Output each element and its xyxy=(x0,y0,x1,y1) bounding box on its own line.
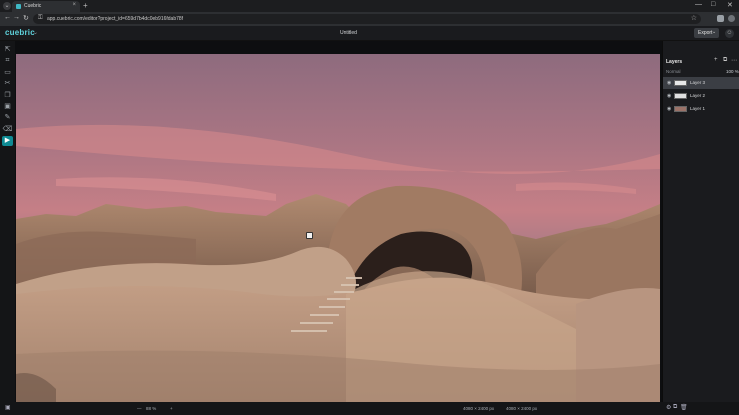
favicon-icon xyxy=(16,4,21,9)
layer-name: Layer 1 xyxy=(690,106,706,111)
zoom-level[interactable]: 88 % xyxy=(146,406,156,411)
trash-icon[interactable]: 🗑 xyxy=(680,404,688,411)
copy-icon[interactable]: ⧉ xyxy=(673,404,677,411)
minimize-button[interactable]: — xyxy=(695,1,702,8)
layers-panel: Layers + ⧉ ⋯ Normal 100 % ◉ Layer 3 ◉ La… xyxy=(662,41,739,402)
zoom-in-button[interactable]: + xyxy=(170,406,173,411)
visibility-eye-icon[interactable]: ◉ xyxy=(667,93,671,99)
browser-address-row: ← → ↻ ⚿ app.cuebric.com/editor?project_i… xyxy=(0,12,739,26)
profile-icon[interactable] xyxy=(728,15,735,22)
layer-row[interactable]: ◉ Layer 1 xyxy=(663,103,739,115)
brush-tool-icon[interactable]: ✎ xyxy=(2,113,13,123)
opacity-value[interactable]: 100 % xyxy=(726,69,739,74)
forward-button[interactable]: → xyxy=(13,14,20,21)
maximize-button[interactable]: □ xyxy=(711,1,715,8)
layer-thumbnail xyxy=(674,80,687,86)
url-text[interactable]: app.cuebric.com/editor?project_id=659d7b… xyxy=(47,16,183,22)
visibility-eye-icon[interactable]: ◉ xyxy=(667,80,671,86)
tab-search-icon[interactable]: ⌄ xyxy=(3,2,11,10)
image-canvas[interactable] xyxy=(16,54,660,402)
tool-sidebar: ⇱ ⌗ ▭ ✂ ❐ ▣ ✎ ⌫ ▶ xyxy=(0,41,15,402)
blend-mode-select[interactable]: Normal xyxy=(666,69,681,74)
duplicate-layer-icon[interactable]: ⧉ xyxy=(723,57,727,64)
layer-thumbnail xyxy=(674,93,687,99)
tab-title: Cuebric xyxy=(24,3,42,9)
document-title[interactable]: Untitled xyxy=(340,30,357,36)
desert-scene-image xyxy=(16,54,660,402)
address-bar[interactable]: ⚿ app.cuebric.com/editor?project_id=659d… xyxy=(33,14,701,24)
layer-row[interactable]: ◉ Layer 3 xyxy=(663,77,739,89)
back-button[interactable]: ← xyxy=(4,14,11,21)
generate-tool-icon[interactable]: ▣ xyxy=(2,102,13,112)
logo-menu-chevron-icon[interactable]: ⌄ xyxy=(33,29,38,36)
browser-tab[interactable]: Cuebric × xyxy=(12,1,80,12)
export-label: Export xyxy=(698,30,713,36)
canvas-size: 4080 × 2400 px xyxy=(506,406,538,411)
cursor-handle-icon[interactable] xyxy=(306,232,313,239)
layers-tool-icon[interactable]: ❐ xyxy=(2,91,13,101)
fit-screen-icon[interactable]: ▣ xyxy=(5,404,11,411)
user-avatar[interactable]: ☺ xyxy=(725,29,734,38)
layer-name: Layer 2 xyxy=(690,93,706,98)
close-window-button[interactable]: ✕ xyxy=(727,1,733,9)
eraser-tool-icon[interactable]: ⌫ xyxy=(2,125,13,135)
image-size: 4080 × 2400 px xyxy=(463,406,495,411)
export-chevron-icon: ⌄ xyxy=(712,29,717,35)
transform-tool-icon[interactable]: ✂ xyxy=(2,79,13,89)
new-tab-button[interactable]: + xyxy=(83,1,88,10)
tab-close-icon[interactable]: × xyxy=(72,2,76,8)
export-button[interactable]: Export ⌄ xyxy=(694,28,719,38)
visibility-eye-icon[interactable]: ◉ xyxy=(667,106,671,112)
segment-tool-icon[interactable]: ▶ xyxy=(2,136,13,146)
status-bar: ▣ — 88 % + 4080 × 2400 px 4080 × 2400 px… xyxy=(0,402,739,415)
more-options-icon[interactable]: ⋯ xyxy=(731,57,737,64)
layer-row[interactable]: ◉ Layer 2 xyxy=(663,90,739,102)
crop-tool-icon[interactable]: ⌗ xyxy=(2,56,13,66)
layer-thumbnail xyxy=(674,106,687,112)
settings-icon[interactable]: ⚙ xyxy=(666,404,671,411)
cuebric-logo[interactable]: cuebric xyxy=(5,28,35,37)
bookmark-star-icon[interactable]: ☆ xyxy=(691,14,697,22)
canvas-area[interactable] xyxy=(15,41,662,402)
select-tool-icon[interactable]: ⇱ xyxy=(2,45,13,55)
site-info-icon[interactable]: ⚿ xyxy=(38,15,43,22)
add-layer-icon[interactable]: + xyxy=(714,57,718,63)
browser-tab-bar: ⌄ Cuebric × + — □ ✕ xyxy=(0,0,739,12)
image-tool-icon[interactable]: ▭ xyxy=(2,68,13,78)
layer-name: Layer 3 xyxy=(690,80,706,85)
extension-icon[interactable] xyxy=(717,15,724,22)
app-header: cuebric ⌄ Untitled Export ⌄ ☺ xyxy=(0,26,739,41)
reload-button[interactable]: ↻ xyxy=(23,14,29,22)
zoom-out-button[interactable]: — xyxy=(137,406,142,411)
layers-panel-title: Layers xyxy=(666,59,683,65)
